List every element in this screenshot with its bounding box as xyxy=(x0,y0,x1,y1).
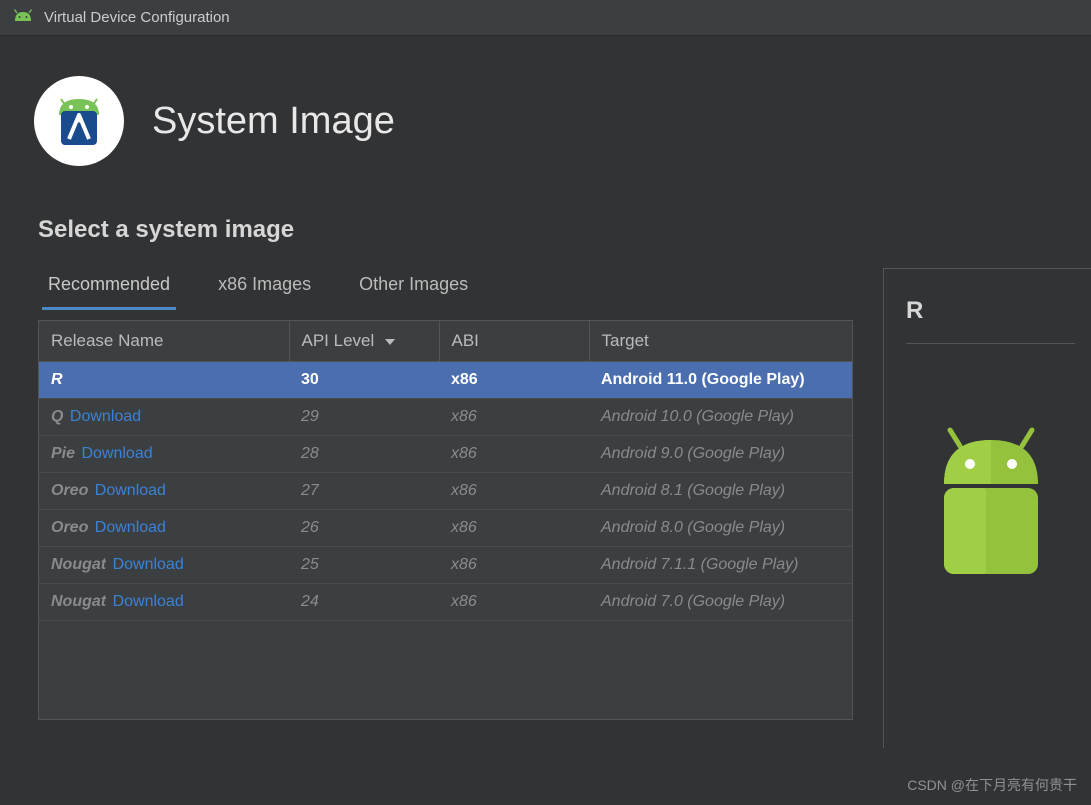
download-link[interactable]: Download xyxy=(95,482,166,499)
sort-desc-icon xyxy=(385,339,395,345)
cell-abi: x86 xyxy=(439,362,589,399)
content-area: System Image Select a system image Recom… xyxy=(0,36,1091,805)
cell-api-level: 26 xyxy=(289,510,439,547)
table-row[interactable]: R 30x86Android 11.0 (Google Play) xyxy=(39,362,852,399)
cell-target: Android 8.0 (Google Play) xyxy=(589,510,852,547)
cell-abi: x86 xyxy=(439,473,589,510)
cell-api-level: 30 xyxy=(289,362,439,399)
table-row[interactable]: Nougat Download25x86Android 7.1.1 (Googl… xyxy=(39,547,852,584)
cell-abi: x86 xyxy=(439,584,589,621)
table-row[interactable]: Oreo Download26x86Android 8.0 (Google Pl… xyxy=(39,510,852,547)
release-name-label: Pie xyxy=(51,445,75,463)
download-link[interactable]: Download xyxy=(95,519,166,536)
cell-release-name: Q Download xyxy=(39,399,289,436)
cell-target: Android 7.1.1 (Google Play) xyxy=(589,547,852,584)
cell-abi: x86 xyxy=(439,436,589,473)
titlebar: Virtual Device Configuration xyxy=(0,0,1091,36)
cell-abi: x86 xyxy=(439,510,589,547)
cell-api-level: 29 xyxy=(289,399,439,436)
detail-pane: R xyxy=(883,268,1091,748)
cell-api-level: 28 xyxy=(289,436,439,473)
images-table: Release Name API Level ABI Target xyxy=(39,321,852,621)
studio-logo-icon xyxy=(34,76,124,166)
release-name-label: Nougat xyxy=(51,556,106,574)
section-label: Select a system image xyxy=(0,196,1091,268)
col-api-level[interactable]: API Level xyxy=(289,321,439,362)
release-name-label: Nougat xyxy=(51,593,106,611)
col-target[interactable]: Target xyxy=(589,321,852,362)
images-table-wrap: Release Name API Level ABI Target xyxy=(38,320,853,720)
release-name-label: Oreo xyxy=(51,519,88,537)
page-header: System Image xyxy=(0,36,1091,196)
cell-target: Android 8.1 (Google Play) xyxy=(589,473,852,510)
cell-release-name: Oreo Download xyxy=(39,510,289,547)
cell-target: Android 11.0 (Google Play) xyxy=(589,362,852,399)
cell-release-name: Pie Download xyxy=(39,436,289,473)
release-name-label: Q xyxy=(51,408,63,426)
cell-target: Android 9.0 (Google Play) xyxy=(589,436,852,473)
col-abi-label: ABI xyxy=(452,331,479,350)
download-link[interactable]: Download xyxy=(81,445,152,462)
cell-api-level: 25 xyxy=(289,547,439,584)
download-link[interactable]: Download xyxy=(70,408,141,425)
col-abi[interactable]: ABI xyxy=(439,321,589,362)
release-name-label: R xyxy=(51,371,63,389)
image-tabs: Recommended x86 Images Other Images xyxy=(38,268,853,310)
android-robot-icon xyxy=(926,424,1056,574)
cell-target: Android 10.0 (Google Play) xyxy=(589,399,852,436)
cell-release-name: Nougat Download xyxy=(39,547,289,584)
cell-abi: x86 xyxy=(439,399,589,436)
detail-title: R xyxy=(906,297,1075,344)
table-row[interactable]: Pie Download28x86Android 9.0 (Google Pla… xyxy=(39,436,852,473)
release-name-label: Oreo xyxy=(51,482,88,500)
window-title: Virtual Device Configuration xyxy=(44,9,230,26)
cell-release-name: Oreo Download xyxy=(39,473,289,510)
images-pane: Recommended x86 Images Other Images Releas… xyxy=(38,268,853,748)
col-api-level-label: API Level xyxy=(302,331,375,350)
page-title: System Image xyxy=(152,100,395,143)
download-link[interactable]: Download xyxy=(113,556,184,573)
tab-recommended[interactable]: Recommended xyxy=(42,268,176,310)
col-release-name-label: Release Name xyxy=(51,331,163,350)
tab-other-images[interactable]: Other Images xyxy=(353,268,474,310)
table-row[interactable]: Nougat Download24x86Android 7.0 (Google … xyxy=(39,584,852,621)
cell-release-name: R xyxy=(39,362,289,399)
cell-api-level: 27 xyxy=(289,473,439,510)
col-release-name[interactable]: Release Name xyxy=(39,321,289,362)
android-logo-icon xyxy=(12,8,34,27)
cell-api-level: 24 xyxy=(289,584,439,621)
col-target-label: Target xyxy=(602,331,649,350)
cell-release-name: Nougat Download xyxy=(39,584,289,621)
cell-target: Android 7.0 (Google Play) xyxy=(589,584,852,621)
table-row[interactable]: Oreo Download27x86Android 8.1 (Google Pl… xyxy=(39,473,852,510)
cell-abi: x86 xyxy=(439,547,589,584)
table-row[interactable]: Q Download29x86Android 10.0 (Google Play… xyxy=(39,399,852,436)
tab-x86-images[interactable]: x86 Images xyxy=(212,268,317,310)
download-link[interactable]: Download xyxy=(113,593,184,610)
